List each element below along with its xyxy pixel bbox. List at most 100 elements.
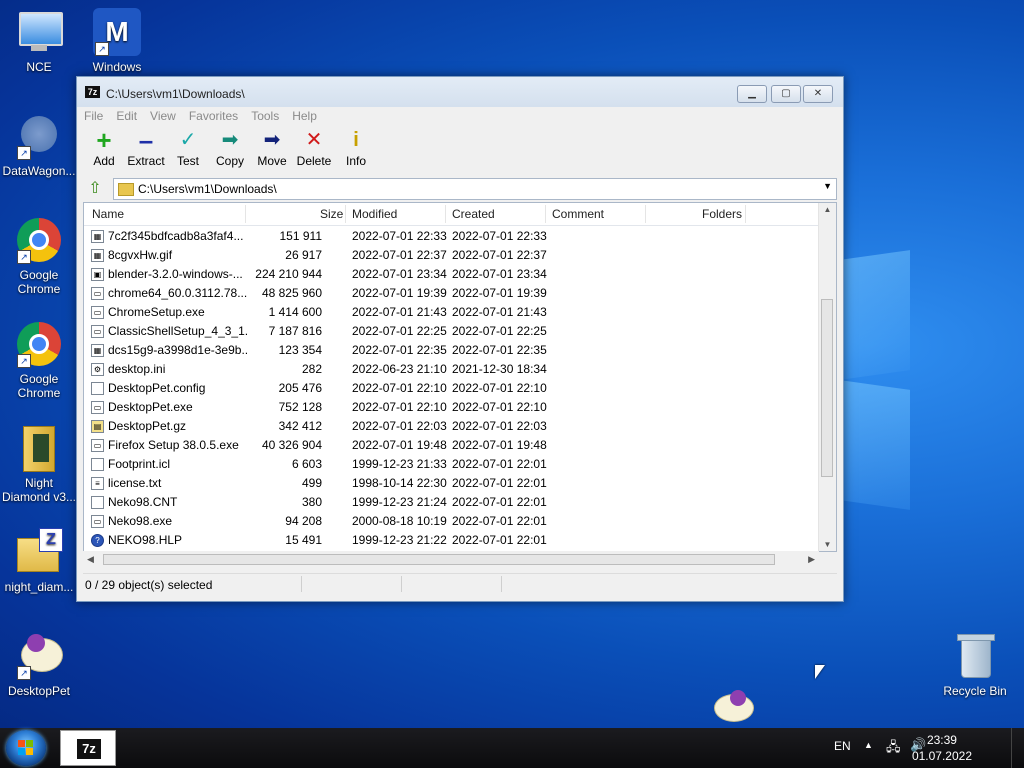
menu-favorites[interactable]: Favorites [182,107,244,125]
7zip-app-icon[interactable]: 7z [85,86,100,98]
language-indicator[interactable]: EN [834,739,851,753]
scroll-up-arrow[interactable]: ▲ [819,205,836,214]
table-row[interactable]: Footprint.icl 6 603 1999-12-23 21:33 2022-0… [84,455,818,474]
menu-tools[interactable]: Tools [244,107,285,125]
taskbar-clock[interactable]: 23:39 01.07.2022 [912,732,972,764]
vertical-scroll-thumb[interactable] [821,299,833,477]
shortcut-arrow-icon: ↗ [17,146,31,160]
table-row[interactable]: ≡ license.txt 499 1998-10-14 22:30 2022-07-0… [84,474,818,493]
start-button[interactable] [6,730,46,766]
table-row[interactable]: ▭ DesktopPet.exe 752 128 2022-07-01 22:10 20… [84,398,818,417]
menu-view[interactable]: View [143,107,182,125]
desktop-icon-night-diam-zip[interactable]: Z night_diam... [0,528,78,594]
archive-file-icon: ▤ [91,420,104,433]
up-folder-button[interactable]: ⇧ [83,178,107,200]
desktop-icon-google-chrome-1[interactable]: ↗ Google Chrome [0,216,78,296]
table-row[interactable]: ▭ chrome64_60.0.3112.78.... 48 825 960 2022… [84,284,818,303]
desktop-pet-sheep[interactable] [712,688,754,726]
desktop-icon-google-chrome-2[interactable]: ↗ Google Chrome [0,320,78,400]
horizontal-scrollbar[interactable]: ◀ ▶ [83,551,819,568]
7zip-file-manager-window[interactable]: 7z C:\Users\vm1\Downloads\ ▁ ▢ ✕ File Edi… [76,76,844,602]
file-name: dcs15g9-a3998d1e-3e9b... [108,343,248,357]
table-row[interactable]: ▭ ChromeSetup.exe 1 414 600 2022-07-01 21:4… [84,303,818,322]
table-row[interactable]: ▭ Neko98.exe 94 208 2000-08-18 10:19 2022-07… [84,512,818,531]
clock-date: 01.07.2022 [911,749,972,763]
file-created: 2022-07-01 22:25 [452,324,547,338]
file-modified: 1999-12-23 21:24 [352,495,447,509]
table-row[interactable]: ▣ blender-3.2.0-windows-... 224 210 944 202… [84,265,818,284]
image-file-icon: ▦ [91,344,104,357]
column-created[interactable]: Created [452,203,495,225]
file-name: Neko98.CNT [108,495,178,509]
test-button[interactable]: ✓ Test [167,129,209,168]
toolbar: + Add – Extract ✓ Test ➡ Copy ➡ Move ✕ D… [83,125,843,175]
network-icon[interactable]: 🖧 [886,738,901,760]
column-comment[interactable]: Comment [552,203,604,225]
exe-file-icon: ▭ [91,287,104,300]
selection-status: 0 / 29 object(s) selected [85,578,213,592]
chrome-icon: ↗ [15,216,63,264]
file-created: 2022-07-01 23:34 [452,267,547,281]
table-row[interactable]: ? NEKO98.HLP 15 491 1999-12-23 21:22 2022-07… [84,531,818,550]
show-desktop-button[interactable] [1011,728,1024,768]
chevron-up-icon[interactable]: ▲ [864,740,873,750]
column-name[interactable]: Name [92,203,124,225]
extract-button[interactable]: – Extract [125,125,167,168]
file-name: Neko98.exe [108,514,173,528]
info-icon: i [353,129,359,151]
file-list[interactable]: Name Size Modified Created Comment Folde… [83,202,837,552]
desktop-icon-night-diamond[interactable]: Night Diamond v3... [0,424,78,504]
scroll-down-arrow[interactable]: ▼ [819,540,836,549]
horizontal-scroll-thumb[interactable] [103,554,775,565]
table-row[interactable]: ▭ ClassicShellSetup_4_3_1.... 7 187 816 202… [84,322,818,341]
file-name: NEKO98.HLP [108,533,183,547]
shortcut-arrow-icon: ↗ [17,354,31,368]
table-row[interactable]: ▤ DesktopPet.gz 342 412 2022-07-01 22:03 202… [84,417,818,436]
file-size: 205 476 [278,381,322,395]
file-size: 6 603 [291,457,322,471]
column-modified[interactable]: Modified [352,203,397,225]
desktop-icon-recycle-bin[interactable]: Recycle Bin [936,632,1014,698]
desktop-icon-desktoppet[interactable]: ↗ DesktopPet [0,632,78,698]
taskbar-7zip-button[interactable]: 7z [60,730,116,766]
file-size: 7 187 816 [268,324,322,338]
desktop-icon-nce[interactable]: NCE [0,8,78,74]
chevron-down-icon[interactable]: ▼ [823,181,832,191]
file-size: 282 [301,362,322,376]
file-modified: 2022-07-01 22:33 [352,229,447,243]
close-button[interactable]: ✕ [803,85,833,103]
table-row[interactable]: DesktopPet.config 205 476 2022-07-01 22:10… [84,379,818,398]
menu-edit[interactable]: Edit [109,107,143,125]
minimize-button[interactable]: ▁ [737,85,767,103]
table-row[interactable]: ▭ Firefox Setup 38.0.5.exe 40 326 904 2022-… [84,436,818,455]
table-row[interactable]: Neko98.CNT 380 1999-12-23 21:24 2022-07-01 … [84,493,818,512]
shortcut-arrow-icon: ↗ [17,250,31,264]
column-size[interactable]: Size [320,203,343,225]
copy-button[interactable]: ➡ Copy [209,129,251,168]
menu-file[interactable]: File [77,107,109,125]
desktop-icon-datawagon[interactable]: ↗ DataWagon... [0,112,78,178]
file-size: 224 210 944 [255,267,322,281]
table-row[interactable]: ⚙ desktop.ini 282 2022-06-23 21:10 2021-12-3… [84,360,818,379]
vertical-scrollbar[interactable]: ▲ ▼ [818,203,836,551]
file-name: 8cgvxHw.gif [108,248,173,262]
column-folders[interactable]: Folders [702,203,742,225]
table-row[interactable]: ▦ 7c2f345bdfcadb8a3faf4... 151 911 2022-07-… [84,227,818,246]
file-size: 94 208 [285,514,322,528]
menu-help[interactable]: Help [285,107,323,125]
move-button[interactable]: ➡ Move [251,129,293,168]
maximize-button[interactable]: ▢ [771,85,801,103]
windows-flag-icon [18,740,34,756]
address-combobox[interactable]: C:\Users\vm1\Downloads\ ▼ [113,178,837,200]
add-button[interactable]: + Add [83,127,125,168]
delete-button[interactable]: ✕ Delete [293,129,335,168]
desktop-icon-windows[interactable]: M ↗ Windows [78,8,156,74]
title-bar[interactable]: 7z C:\Users\vm1\Downloads\ ▁ ▢ ✕ [77,77,843,107]
info-button[interactable]: i Info [335,129,377,168]
table-row[interactable]: ▦ dcs15g9-a3998d1e-3e9b... 123 354 2022-07-… [84,341,818,360]
minus-icon: – [138,125,154,155]
help-file-icon: ? [91,534,104,547]
table-row[interactable]: ▦ 8cgvxHw.gif 26 917 2022-07-01 22:37 2022-0… [84,246,818,265]
scroll-right-arrow[interactable]: ▶ [808,554,815,565]
scroll-left-arrow[interactable]: ◀ [87,554,94,565]
